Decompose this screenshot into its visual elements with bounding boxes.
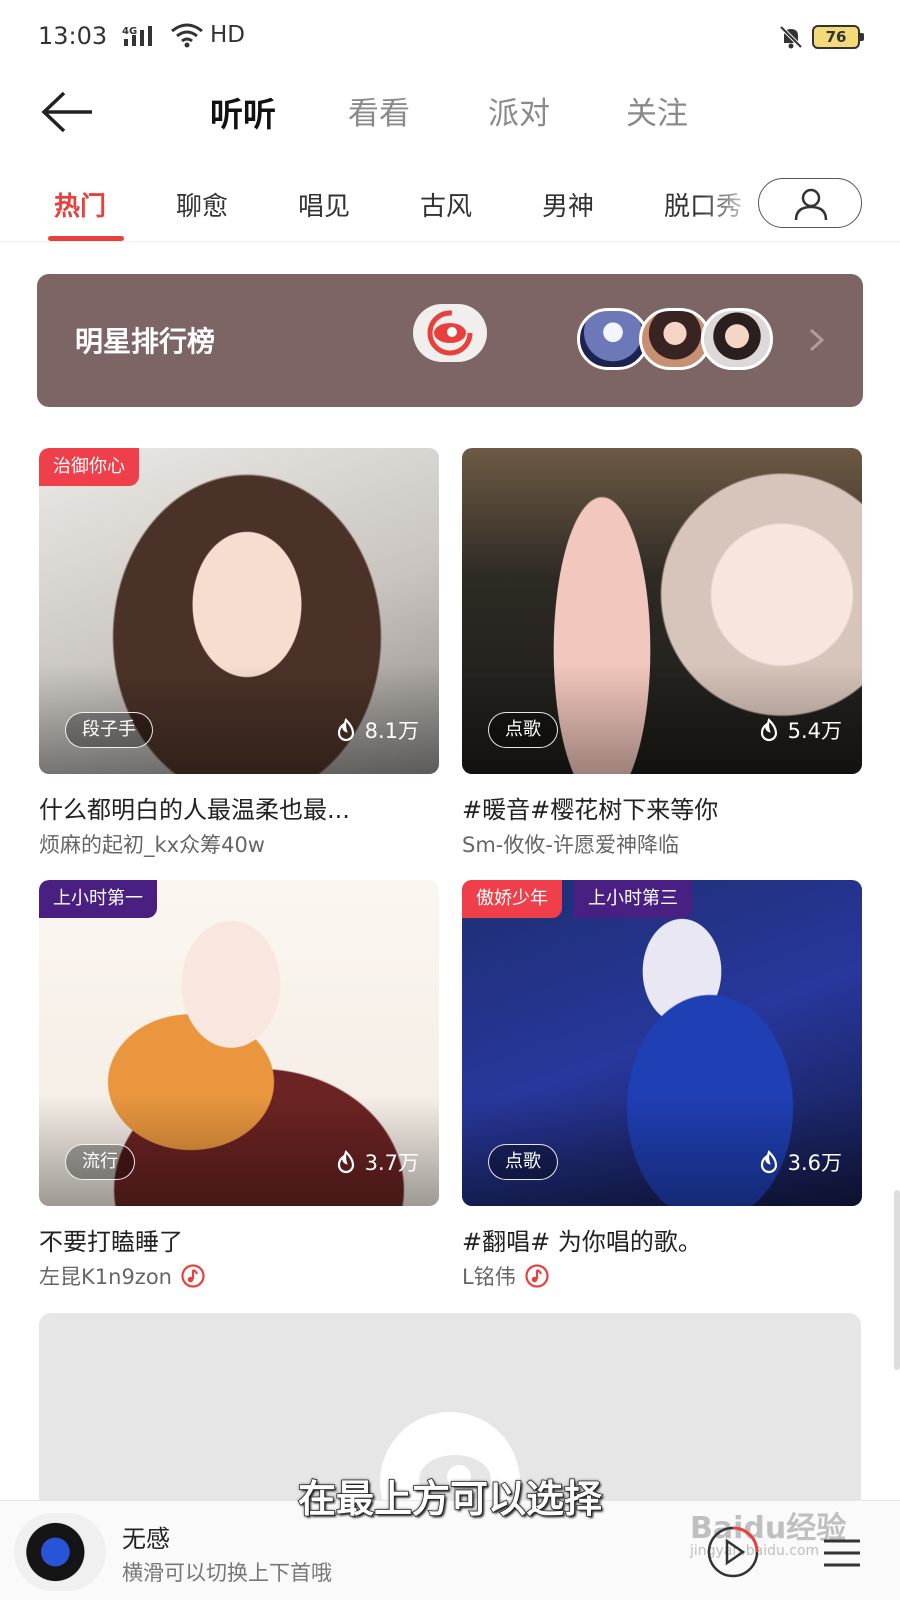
banner-title: 明星排行榜: [75, 325, 216, 358]
wifi-icon: [171, 23, 203, 48]
signal-icon: 4G: [122, 26, 152, 46]
card-host: L铭伟: [462, 1261, 862, 1291]
card-host: Sm-攸攸-许愿爱神降临: [462, 829, 862, 859]
card-title: 什么都明白的人最温柔也最...: [39, 796, 350, 824]
room-card[interactable]: 治御你心 段子手 8.1万 什么都明白的人最温柔也最... 烦麻的起初_kx众筹…: [39, 448, 439, 859]
overlay-caption: 在最上方可以选择: [297, 1476, 603, 1522]
netease-logo: [413, 304, 487, 362]
player-track-title: 无感: [122, 1525, 170, 1553]
category-tab-hot[interactable]: 热门: [54, 186, 106, 223]
tab-follow[interactable]: 关注: [626, 88, 688, 133]
music-note-icon: [181, 1264, 205, 1288]
hd-label: HD: [210, 22, 246, 48]
host-name: Sm-攸攸-许愿爱神降临: [462, 833, 679, 857]
music-note-icon: [525, 1264, 549, 1288]
tab-watch[interactable]: 看看: [348, 88, 410, 133]
heat-counter: 8.1万: [335, 712, 419, 748]
room-card[interactable]: 上小时第一 流行 3.7万 不要打瞌睡了 左昆K1n9zon: [39, 880, 439, 1291]
room-card[interactable]: 傲娇少年 上小时第三 点歌 3.6万 #翻唱# 为你唱的歌。 L铭伟: [462, 880, 862, 1291]
host-name: 左昆K1n9zon: [39, 1265, 172, 1289]
heat-counter: 3.6万: [758, 1144, 842, 1180]
play-button-icon[interactable]: [706, 1525, 760, 1579]
tab-party[interactable]: 派对: [488, 88, 550, 133]
card-tag: 治御你心: [39, 448, 139, 486]
flame-icon: [337, 1150, 354, 1174]
category-pill: 段子手: [65, 712, 153, 748]
chevron-right-icon: [809, 328, 825, 352]
category-tab-ancient[interactable]: 古风: [420, 186, 472, 223]
flame-icon: [337, 718, 354, 742]
tabs-fade: [700, 172, 760, 238]
host-name: 烦麻的起初_kx众筹40w: [39, 833, 265, 857]
heat-value: 3.7万: [364, 1151, 419, 1175]
card-title: 不要打瞌睡了: [39, 1228, 183, 1256]
profile-button[interactable]: [758, 178, 862, 228]
card-cover-image: 傲娇少年 上小时第三 点歌 3.6万: [462, 880, 862, 1206]
heat-counter: 3.7万: [335, 1144, 419, 1180]
category-pill: 点歌: [488, 712, 558, 748]
card-tag: 傲娇少年: [462, 880, 562, 918]
heat-value: 3.6万: [787, 1151, 842, 1175]
card-title: #暖音#樱花树下来等你: [462, 796, 719, 824]
card-host: 左昆K1n9zon: [39, 1261, 439, 1291]
card-tag: 上小时第一: [39, 880, 157, 918]
card-cover-image: 点歌 5.4万: [462, 448, 862, 774]
card-cover-image: 治御你心 段子手 8.1万: [39, 448, 439, 774]
status-time: 13:03: [38, 22, 108, 50]
flame-icon: [760, 718, 777, 742]
room-card[interactable]: 点歌 5.4万 #暖音#樱花树下来等你 Sm-攸攸-许愿爱神降临: [462, 448, 862, 859]
ranking-avatar: [701, 308, 773, 370]
card-cover-image: 上小时第一 流行 3.7万: [39, 880, 439, 1206]
player-hint: 横滑可以切换上下首哦: [122, 1561, 332, 1585]
card-title: #翻唱# 为你唱的歌。: [462, 1228, 702, 1256]
mute-bell-icon: [779, 25, 803, 49]
heat-counter: 5.4万: [758, 712, 842, 748]
tab-listen[interactable]: 听听: [210, 88, 276, 136]
category-pill: 流行: [65, 1144, 135, 1180]
heat-value: 5.4万: [787, 719, 842, 743]
back-arrow-icon[interactable]: [40, 90, 96, 134]
player-cover: [14, 1513, 106, 1591]
heat-value: 8.1万: [364, 719, 419, 743]
top-nav: 听听 看看 派对 关注: [0, 72, 900, 152]
status-bar: 13:03 4G HD 76: [0, 0, 900, 72]
card-tag: 上小时第三: [574, 880, 692, 918]
scrollbar[interactable]: [894, 1190, 900, 1370]
category-tabs: 热门 聊愈 唱见 古风 男神 脱口秀: [0, 172, 900, 242]
user-icon: [794, 188, 828, 221]
host-name: L铭伟: [462, 1265, 516, 1289]
flame-icon: [760, 1150, 777, 1174]
category-tab-male-god[interactable]: 男神: [542, 186, 594, 223]
app-logo-icon: [427, 310, 473, 356]
active-tab-indicator: [48, 236, 124, 241]
card-host: 烦麻的起初_kx众筹40w: [39, 829, 439, 859]
playlist-icon[interactable]: [822, 1537, 862, 1569]
category-pill: 点歌: [488, 1144, 558, 1180]
category-tab-healing[interactable]: 聊愈: [176, 186, 228, 223]
battery-indicator: 76: [812, 25, 864, 49]
star-ranking-banner[interactable]: 明星排行榜: [37, 274, 863, 407]
category-tab-singer[interactable]: 唱见: [298, 186, 350, 223]
